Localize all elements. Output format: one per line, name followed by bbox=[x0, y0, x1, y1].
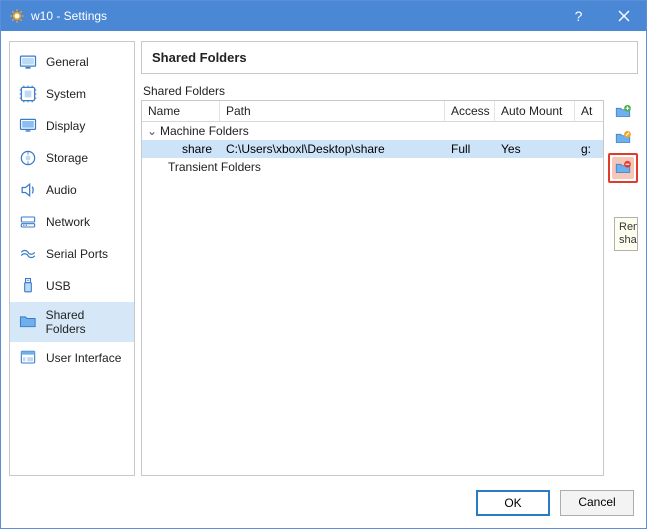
share-mount: Yes bbox=[495, 140, 575, 158]
share-row[interactable]: share C:\Users\xboxl\Desktop\share Full … bbox=[142, 140, 603, 158]
sidebar: General System Display Storage Audio Net… bbox=[9, 41, 135, 476]
share-access: Full bbox=[445, 140, 495, 158]
col-path[interactable]: Path bbox=[220, 101, 445, 121]
sidebar-item-system[interactable]: System bbox=[10, 78, 134, 110]
help-button[interactable]: ? bbox=[556, 1, 601, 31]
sidebar-item-label: Shared Folders bbox=[46, 308, 126, 336]
storage-icon bbox=[18, 148, 38, 168]
content-row: Name Path Access Auto Mount At ⌄ Machine… bbox=[141, 100, 638, 476]
serial-icon bbox=[18, 244, 38, 264]
sidebar-item-label: Storage bbox=[46, 151, 88, 165]
general-icon bbox=[18, 52, 38, 72]
sidebar-item-usb[interactable]: USB bbox=[10, 270, 134, 302]
sidebar-item-label: System bbox=[46, 87, 86, 101]
remove-folder-button[interactable] bbox=[612, 157, 634, 179]
system-icon bbox=[18, 84, 38, 104]
col-name[interactable]: Name bbox=[142, 101, 220, 121]
tooltip: Rem sha bbox=[614, 217, 638, 251]
ui-icon bbox=[18, 348, 38, 368]
body: General System Display Storage Audio Net… bbox=[1, 31, 646, 482]
settings-window: w10 - Settings ? General System Display … bbox=[0, 0, 647, 529]
audio-icon bbox=[18, 180, 38, 200]
col-access[interactable]: Access bbox=[445, 101, 495, 121]
shared-folders-label: Shared Folders bbox=[141, 84, 638, 98]
share-at: g: bbox=[575, 140, 603, 158]
close-button[interactable] bbox=[601, 1, 646, 31]
main-panel: Shared Folders Shared Folders Name Path … bbox=[141, 41, 638, 476]
edit-folder-button[interactable] bbox=[612, 127, 634, 149]
grid-header: Name Path Access Auto Mount At bbox=[142, 101, 603, 122]
usb-icon bbox=[18, 276, 38, 296]
titlebar: w10 - Settings ? bbox=[1, 1, 646, 31]
sidebar-item-storage[interactable]: Storage bbox=[10, 142, 134, 174]
chevron-down-icon[interactable]: ⌄ bbox=[146, 124, 158, 138]
display-icon bbox=[18, 116, 38, 136]
network-icon bbox=[18, 212, 38, 232]
sidebar-item-label: USB bbox=[46, 279, 71, 293]
sidebar-item-user-interface[interactable]: User Interface bbox=[10, 342, 134, 374]
gear-icon bbox=[9, 8, 25, 24]
share-path: C:\Users\xboxl\Desktop\share bbox=[220, 140, 445, 158]
sidebar-item-network[interactable]: Network bbox=[10, 206, 134, 238]
sidebar-item-general[interactable]: General bbox=[10, 46, 134, 78]
group-transient-folders[interactable]: Transient Folders bbox=[142, 158, 603, 176]
sidebar-item-serial-ports[interactable]: Serial Ports bbox=[10, 238, 134, 270]
col-mount[interactable]: Auto Mount bbox=[495, 101, 575, 121]
group-label: Transient Folders bbox=[168, 160, 261, 174]
ok-button[interactable]: OK bbox=[476, 490, 550, 516]
grid-body: ⌄ Machine Folders share C:\Users\xboxl\D… bbox=[142, 122, 603, 475]
sidebar-item-label: Serial Ports bbox=[46, 247, 108, 261]
cancel-button[interactable]: Cancel bbox=[560, 490, 634, 516]
col-at[interactable]: At bbox=[575, 101, 603, 121]
footer: OK Cancel bbox=[1, 482, 646, 528]
sidebar-item-label: General bbox=[46, 55, 89, 69]
window-title: w10 - Settings bbox=[31, 9, 556, 23]
sidebar-item-label: Audio bbox=[46, 183, 77, 197]
remove-folder-highlight bbox=[608, 153, 638, 183]
folder-icon bbox=[18, 312, 38, 332]
sidebar-item-label: Display bbox=[46, 119, 85, 133]
shared-folders-grid: Name Path Access Auto Mount At ⌄ Machine… bbox=[141, 100, 604, 476]
sidebar-item-label: Network bbox=[46, 215, 90, 229]
add-folder-button[interactable] bbox=[612, 101, 634, 123]
group-machine-folders[interactable]: ⌄ Machine Folders bbox=[142, 122, 603, 140]
sidebar-item-display[interactable]: Display bbox=[10, 110, 134, 142]
folder-toolbar bbox=[608, 101, 638, 476]
main-header: Shared Folders bbox=[141, 41, 638, 74]
share-name: share bbox=[142, 140, 220, 158]
group-label: Machine Folders bbox=[160, 124, 249, 138]
sidebar-item-audio[interactable]: Audio bbox=[10, 174, 134, 206]
sidebar-item-shared-folders[interactable]: Shared Folders bbox=[10, 302, 134, 342]
sidebar-item-label: User Interface bbox=[46, 351, 121, 365]
